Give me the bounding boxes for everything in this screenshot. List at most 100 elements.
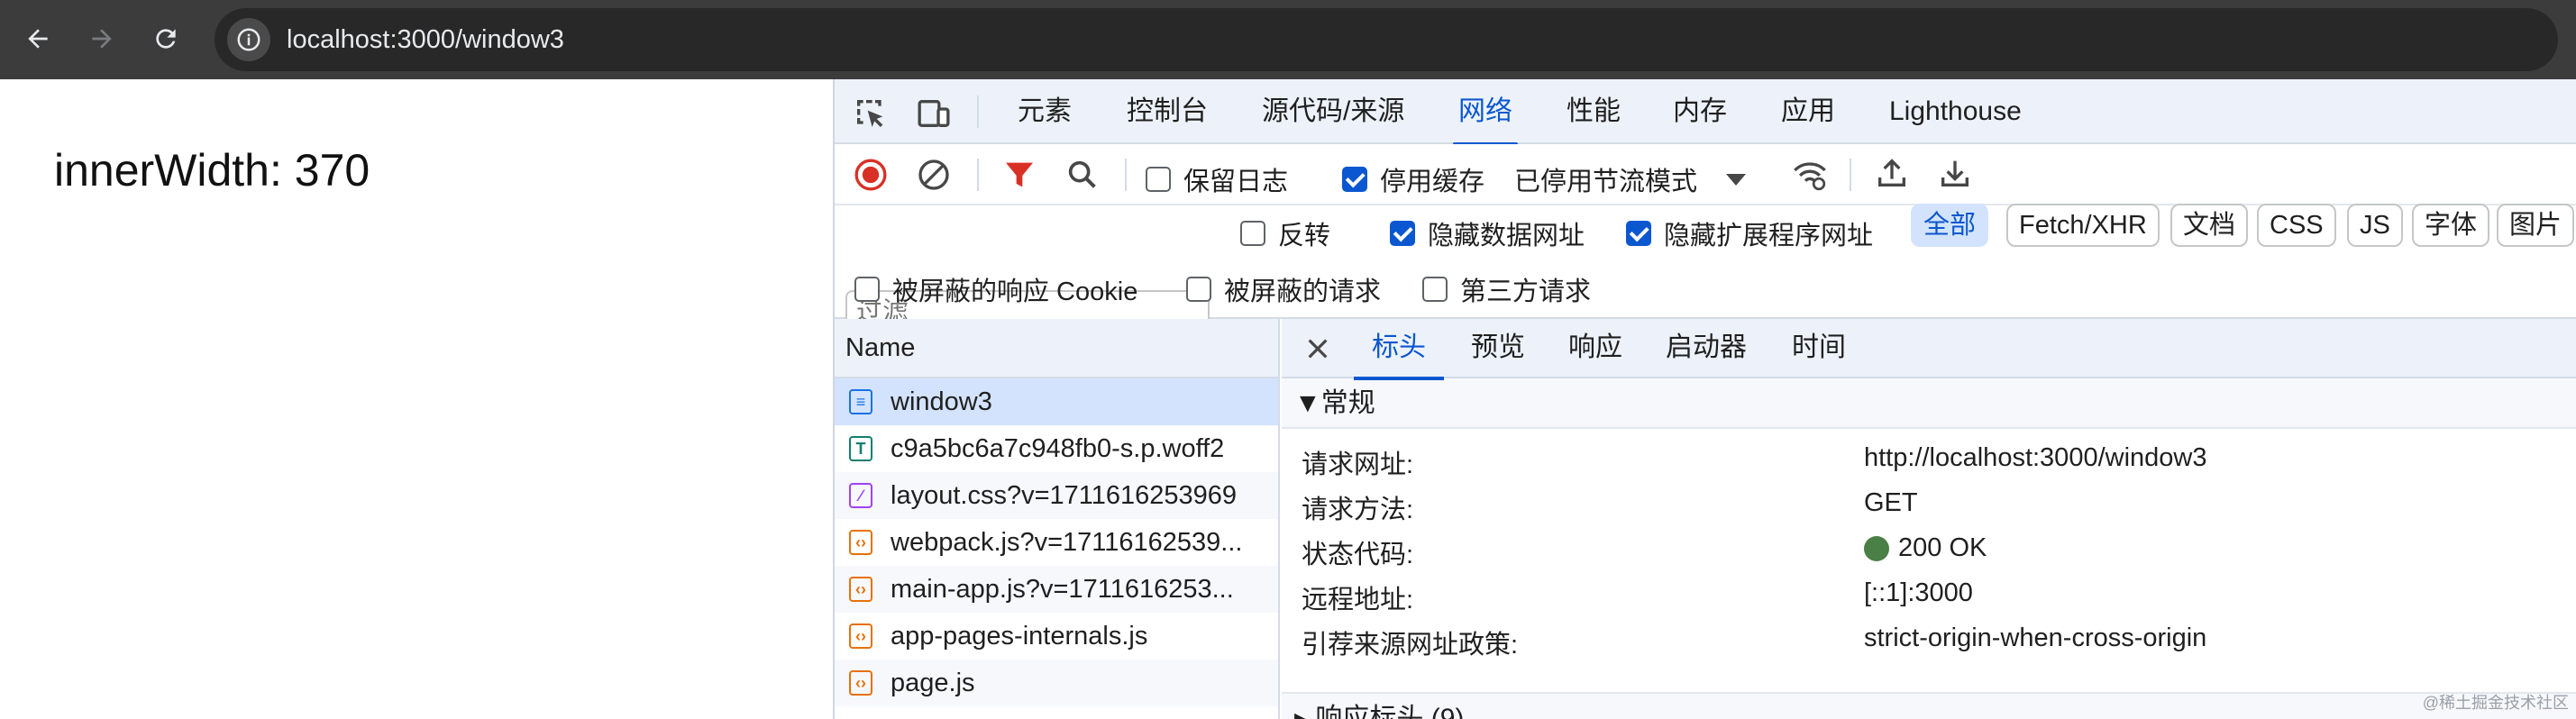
request-name: layout.css?v=1711616253969 [891,481,1238,510]
filter-funnel-icon[interactable] [1001,157,1037,193]
disable-cache-checkbox[interactable]: 停用缓存 [1342,160,1484,198]
tab-elements[interactable]: 元素 [1018,79,1072,144]
preserve-log-label: 保留日志 [1183,168,1289,196]
toolbar-divider [1125,159,1127,191]
panel-tabs-divider [977,96,979,128]
request-row[interactable]: ‹› app-pages-internals.js [835,613,1278,660]
header-field: 远程地址: [::1]:3000 [1282,578,2576,623]
status-ok-icon [1864,535,1889,561]
reload-button[interactable] [143,16,188,61]
tab-response[interactable]: 响应 [1568,319,1622,378]
blocked-requests-checkbox[interactable]: 被屏蔽的请求 [1186,270,1381,308]
checkbox-box[interactable] [1146,167,1171,192]
address-bar[interactable]: localhost:3000/window3 [215,8,2558,71]
header-field: 引荐来源网址政策: strict-origin-when-cross-origi… [1282,623,2576,669]
detail-tabs: 标头 预览 响应 启动器 时间 [1282,319,2576,380]
blocked-cookies-checkbox[interactable]: 被屏蔽的响应 Cookie [854,270,1137,308]
type-filter-doc[interactable]: 文档 [2170,204,2249,247]
hide-data-urls-checkbox[interactable]: 隐藏数据网址 [1390,214,1585,252]
checkbox-box-checked[interactable] [1390,221,1415,246]
hide-extension-urls-checkbox[interactable]: 隐藏扩展程序网址 [1626,214,1873,252]
checkbox-box-checked[interactable] [1342,167,1367,192]
forward-button[interactable] [79,16,124,61]
invert-label: 反转 [1278,222,1331,250]
type-filter-img[interactable]: 图片 [2497,204,2575,247]
general-section-header[interactable]: ▼常规 [1282,378,2576,429]
import-har-icon[interactable] [1874,155,1910,191]
checkbox-box[interactable] [1422,277,1448,302]
request-name: webpack.js?v=17116162539... [891,528,1243,557]
checkbox-box[interactable] [1240,221,1265,246]
tab-sources[interactable]: 源代码/来源 [1262,79,1404,144]
type-filter-font[interactable]: 字体 [2412,204,2490,247]
tab-initiator[interactable]: 启动器 [1666,319,1747,378]
stylesheet-icon: ∕ [849,483,872,508]
tab-memory[interactable]: 内存 [1673,79,1727,144]
devtools: 元素 控制台 源代码/来源 网络 性能 内存 应用 Lighthouse 保留日… [833,79,2576,719]
tab-lighthouse[interactable]: Lighthouse [1889,79,2022,144]
field-value: http://localhost:3000/window3 [1864,443,2207,472]
third-party-label: 第三方请求 [1460,278,1592,306]
third-party-checkbox[interactable]: 第三方请求 [1422,270,1591,308]
tab-preview[interactable]: 预览 [1471,319,1525,378]
field-key: 状态代码: [1302,541,1414,569]
checkbox-box[interactable] [854,277,880,302]
inspect-element-icon[interactable] [853,96,889,132]
url-text: localhost:3000/window3 [287,24,564,54]
field-value: strict-origin-when-cross-origin [1864,623,2207,652]
filter-bar: 反转 隐藏数据网址 隐藏扩展程序网址 全部 Fetch/XHR 文档 CSS J… [835,204,2576,333]
tab-timing[interactable]: 时间 [1792,319,1846,378]
request-name: main-app.js?v=1711616253... [891,575,1234,604]
field-key: 请求方法: [1302,496,1414,524]
stop-recording-icon[interactable] [853,157,889,193]
type-filter-js[interactable]: JS [2347,204,2403,247]
device-toolbar-icon[interactable] [916,96,952,132]
inner-width-text: innerWidth: 370 [54,145,370,196]
name-column-header[interactable]: Name [835,319,1278,378]
site-info-icon[interactable] [227,18,270,61]
script-icon: ‹› [849,623,872,649]
watermark: @稀土掘金技术社区 [2422,694,2569,712]
arrow-left-icon [28,29,48,49]
type-filter-all[interactable]: 全部 [1911,204,1989,247]
script-icon: ‹› [849,577,872,602]
checkbox-box-checked[interactable] [1626,221,1651,246]
request-row[interactable]: ‹› main-app.js?v=1711616253... [835,566,1278,613]
response-headers-section[interactable]: ▸ 响应标头 (9) [1282,692,2576,719]
devtools-panel-tabs: 元素 控制台 源代码/来源 网络 性能 内存 应用 Lighthouse [835,79,2576,146]
type-filter-css[interactable]: CSS [2257,204,2336,247]
tab-console[interactable]: 控制台 [1127,79,1208,144]
tab-network[interactable]: 网络 [1453,79,1518,146]
throttling-select[interactable]: 已停用节流模式 [1514,160,1747,198]
request-row[interactable]: ‹› page.js [835,660,1278,706]
tab-performance[interactable]: 性能 [1567,79,1621,144]
network-conditions-icon[interactable] [1792,157,1828,193]
preserve-log-checkbox[interactable]: 保留日志 [1146,160,1288,198]
toolbar-divider [977,159,979,191]
export-har-icon[interactable] [1937,155,1973,191]
document-icon: ≡ [849,389,872,414]
request-name: app-pages-internals.js [891,622,1148,651]
request-row[interactable]: ‹› webpack.js?v=17116162539... [835,519,1278,566]
reload-icon [156,29,176,49]
tab-headers[interactable]: 标头 [1354,319,1444,380]
hide-data-urls-label: 隐藏数据网址 [1428,222,1585,250]
request-row[interactable]: T c9a5bc6a7c948fb0-s.p.woff2 [835,425,1278,472]
field-value: 200 OK [1898,533,1987,562]
status-value: 200 OK [1864,533,1987,563]
request-row[interactable]: ≡ window3 [835,378,1278,425]
clear-icon[interactable] [916,157,952,193]
script-icon: ‹› [849,670,872,696]
page-viewport: innerWidth: 370 [0,79,833,719]
browser-toolbar: localhost:3000/window3 [0,0,2576,79]
tab-application[interactable]: 应用 [1781,79,1835,144]
request-detail-panel: 标头 预览 响应 启动器 时间 ▼常规 请求网址: http://localho… [1282,319,2576,719]
request-row[interactable]: ∕ layout.css?v=1711616253969 [835,472,1278,519]
checkbox-box[interactable] [1186,277,1211,302]
invert-checkbox[interactable]: 反转 [1240,214,1330,252]
close-icon[interactable] [1303,334,1332,363]
type-filter-fetch-xhr[interactable]: Fetch/XHR [2006,204,2160,247]
chevron-down-icon [1726,174,1747,186]
back-button[interactable] [15,16,60,61]
search-icon[interactable] [1064,157,1101,193]
